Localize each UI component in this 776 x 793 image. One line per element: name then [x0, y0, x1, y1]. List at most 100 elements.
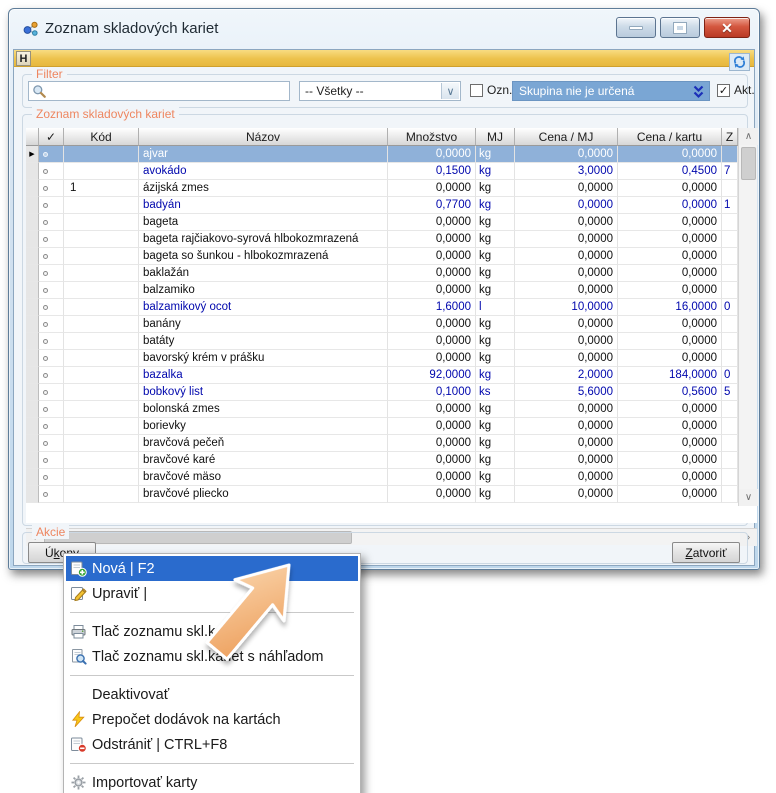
cell-mnozstvo[interactable]: 92,0000 — [388, 367, 476, 384]
cell-mj[interactable]: kg — [476, 469, 515, 486]
minimize-button[interactable] — [616, 17, 656, 38]
row-selector-cell[interactable] — [26, 316, 39, 333]
akt-checkbox[interactable] — [717, 84, 730, 97]
cell-nazov[interactable]: avokádo — [139, 163, 388, 180]
table-row[interactable]: balzamiko 0,0000 kg 0,0000 0,0000 — [26, 282, 757, 299]
cell-cena-kartu[interactable]: 0,0000 — [618, 282, 722, 299]
row-selector-cell[interactable] — [26, 197, 39, 214]
maximize-button[interactable] — [660, 17, 700, 38]
cell-cena-mj[interactable]: 10,0000 — [515, 299, 618, 316]
cell-cena-kartu[interactable]: 0,0000 — [618, 265, 722, 282]
menu-item-tlač-zoznamu-skl-kariet-s-náhľadom[interactable]: Tlač zoznamu skl.kariet s náhľadom — [66, 644, 358, 669]
group-selector-field[interactable]: Skupina nie je určená — [512, 81, 710, 101]
close-button[interactable]: ✕ — [704, 17, 750, 38]
table-row[interactable]: bravčové mäso 0,0000 kg 0,0000 0,0000 — [26, 469, 757, 486]
table-row[interactable]: bravčové karé 0,0000 kg 0,0000 0,0000 — [26, 452, 757, 469]
cell-cena-mj[interactable]: 0,0000 — [515, 333, 618, 350]
cell-nazov[interactable]: badyán — [139, 197, 388, 214]
row-mark-cell[interactable] — [39, 214, 64, 231]
row-selector-cell[interactable] — [26, 180, 39, 197]
column-header-selector[interactable] — [26, 128, 39, 146]
cell-cena-kartu[interactable]: 0,0000 — [618, 418, 722, 435]
column-header-Cena / MJ[interactable]: Cena / MJ — [515, 128, 618, 146]
table-row[interactable]: bobkový list 0,1000 ks 5,6000 0,5600 5 — [26, 384, 757, 401]
column-header-Kód[interactable]: Kód — [64, 128, 139, 146]
titlebar[interactable]: Zoznam skladových kariet ✕ — [9, 9, 759, 49]
cell-mnozstvo[interactable]: 0,0000 — [388, 282, 476, 299]
table-row[interactable]: badyán 0,7700 kg 0,0000 0,0000 1 — [26, 197, 757, 214]
cell-kod[interactable] — [64, 265, 139, 282]
cell-cena-mj[interactable]: 0,0000 — [515, 350, 618, 367]
cell-mj[interactable]: kg — [476, 146, 515, 163]
cell-nazov[interactable]: bageta — [139, 214, 388, 231]
cell-cena-mj[interactable]: 5,6000 — [515, 384, 618, 401]
cell-z[interactable]: 0 — [722, 367, 738, 384]
cell-cena-kartu[interactable]: 0,0000 — [618, 180, 722, 197]
column-header-✓[interactable]: ✓ — [39, 128, 64, 146]
row-selector-cell[interactable] — [26, 265, 39, 282]
table-row[interactable]: banány 0,0000 kg 0,0000 0,0000 — [26, 316, 757, 333]
table-row[interactable]: bazalka 92,0000 kg 2,0000 184,0000 0 — [26, 367, 757, 384]
menu-item-nová-f2[interactable]: Nová | F2 — [66, 556, 358, 581]
row-mark-cell[interactable] — [39, 350, 64, 367]
cell-mnozstvo[interactable]: 0,0000 — [388, 486, 476, 503]
scroll-down-icon[interactable]: ∨ — [739, 489, 758, 506]
cell-z[interactable] — [722, 452, 738, 469]
cell-z[interactable] — [722, 316, 738, 333]
cell-mj[interactable]: l — [476, 299, 515, 316]
cell-kod[interactable] — [64, 248, 139, 265]
cell-kod[interactable] — [64, 469, 139, 486]
cell-z[interactable]: 1 — [722, 197, 738, 214]
ozn-checkbox-wrap[interactable]: Ozn. — [470, 83, 512, 97]
menu-item-tlač-zoznamu-skl-kariet[interactable]: Tlač zoznamu skl.kariet — [66, 619, 358, 644]
column-header-Cena / kartu[interactable]: Cena / kartu — [618, 128, 722, 146]
cell-cena-kartu[interactable]: 0,0000 — [618, 469, 722, 486]
cell-z[interactable] — [722, 401, 738, 418]
row-selector-cell[interactable] — [26, 350, 39, 367]
table-row[interactable]: bolonská zmes 0,0000 kg 0,0000 0,0000 — [26, 401, 757, 418]
cell-z[interactable] — [722, 180, 738, 197]
cell-mnozstvo[interactable]: 0,0000 — [388, 316, 476, 333]
row-mark-cell[interactable] — [39, 384, 64, 401]
row-selector-cell[interactable] — [26, 452, 39, 469]
cell-mnozstvo[interactable]: 0,1500 — [388, 163, 476, 180]
cell-mj[interactable]: kg — [476, 248, 515, 265]
cell-mnozstvo[interactable]: 0,0000 — [388, 248, 476, 265]
cell-mnozstvo[interactable]: 0,0000 — [388, 333, 476, 350]
cell-cena-mj[interactable]: 2,0000 — [515, 367, 618, 384]
cell-mj[interactable]: kg — [476, 367, 515, 384]
cell-mnozstvo[interactable]: 0,0000 — [388, 452, 476, 469]
cell-nazov[interactable]: borievky — [139, 418, 388, 435]
cell-z[interactable] — [722, 435, 738, 452]
akt-checkbox-wrap[interactable]: Akt. — [717, 83, 755, 97]
row-selector-cell[interactable] — [26, 163, 39, 180]
cell-kod[interactable] — [64, 384, 139, 401]
cell-kod[interactable] — [64, 401, 139, 418]
cell-nazov[interactable]: bravčové karé — [139, 452, 388, 469]
cell-mnozstvo[interactable]: 0,0000 — [388, 265, 476, 282]
row-mark-cell[interactable] — [39, 469, 64, 486]
column-header-MJ[interactable]: MJ — [476, 128, 515, 146]
cell-nazov[interactable]: bazalka — [139, 367, 388, 384]
cell-mj[interactable]: kg — [476, 316, 515, 333]
row-selector-cell[interactable] — [26, 384, 39, 401]
row-selector-cell[interactable] — [26, 418, 39, 435]
cell-z[interactable]: 5 — [722, 384, 738, 401]
cell-mj[interactable]: kg — [476, 197, 515, 214]
row-selector-cell[interactable] — [26, 214, 39, 231]
cell-nazov[interactable]: bageta so šunkou - hlbokozmrazená — [139, 248, 388, 265]
cell-cena-mj[interactable]: 0,0000 — [515, 231, 618, 248]
cell-cena-mj[interactable]: 0,0000 — [515, 248, 618, 265]
row-selector-cell[interactable] — [26, 299, 39, 316]
row-mark-cell[interactable] — [39, 435, 64, 452]
cell-z[interactable]: 7 — [722, 163, 738, 180]
ozn-checkbox[interactable] — [470, 84, 483, 97]
cell-nazov[interactable]: balzamiko — [139, 282, 388, 299]
cell-cena-kartu[interactable]: 0,0000 — [618, 435, 722, 452]
cell-cena-kartu[interactable]: 0,0000 — [618, 401, 722, 418]
row-mark-cell[interactable] — [39, 316, 64, 333]
row-mark-cell[interactable] — [39, 248, 64, 265]
cell-z[interactable] — [722, 282, 738, 299]
menu-item-prepočet-dodávok-na-kartách[interactable]: Prepočet dodávok na kartách — [66, 707, 358, 732]
column-header-Názov[interactable]: Názov — [139, 128, 388, 146]
